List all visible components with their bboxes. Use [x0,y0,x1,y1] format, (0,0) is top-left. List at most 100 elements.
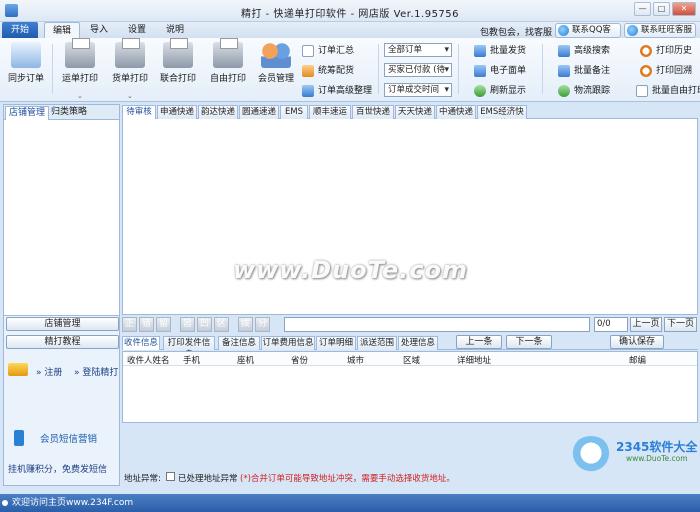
tab-sf[interactable]: 顺丰速运 [309,105,351,119]
member-manage-button[interactable]: 会员管理 [254,42,298,84]
refresh-label: 刷新显示 [490,86,527,96]
chevron-down-icon[interactable]: ⌄ [127,92,133,100]
printer-icon [213,38,243,68]
search-input[interactable] [284,317,590,332]
address-processed-checkbox[interactable] [166,472,175,481]
recipient-table[interactable]: 收件人姓名 手机 座机 省份 城市 区域 详细地址 邮编 [122,351,698,423]
tab-best[interactable]: 百世快递 [352,105,394,119]
toolbar-button[interactable]: 区 [214,317,229,332]
advanced-order-button[interactable]: 订单高级整理 [302,84,372,98]
left-panel: 店铺管理 归类策略 店铺管理 精打教程 » 注册 » 登陆精打 会员短信营销 挂… [3,104,120,486]
tab-sender-info[interactable]: 打印发件信息 [163,336,215,360]
support-tip: 包教包会，找客服 [480,28,553,38]
brand-url: www.DuoTe.com [626,454,688,463]
order-time-select[interactable]: 订单成交时间 [384,83,452,97]
printer-icon [163,38,193,68]
tab-recipient-info[interactable]: 收件信息 [122,336,160,350]
wangwang-service-button[interactable]: 联系旺旺客服 [624,23,696,38]
payment-status-select[interactable]: 买家已付款 (待 [384,63,452,77]
e-waybill-button[interactable]: 电子面单 [474,64,526,78]
tab-fee-info[interactable]: 订单费用信息 [261,336,315,350]
tab-help[interactable]: 说明 [160,22,190,38]
earn-points-link[interactable]: 挂机赚积分，免费发短信 [8,462,107,475]
globe-icon [558,85,570,97]
column-header: 详细地址 [457,356,492,366]
tab-classify-strategy[interactable]: 归类策略 [48,106,90,120]
tab-settings[interactable]: 设置 [122,22,152,38]
order-summary-label: 订单汇总 [318,46,355,56]
divider [542,44,543,94]
column-header: 手机 [183,356,201,366]
maximize-button[interactable]: □ [653,2,670,16]
tab-process-info[interactable]: 处理信息 [398,336,438,350]
tab-import[interactable]: 导入 [84,22,114,38]
print-rollback-label: 打印回溯 [656,66,693,76]
goods-print-button[interactable]: 货单打印 [108,38,152,84]
tab-order-detail[interactable]: 订单明细 [316,336,356,350]
toolbar-button[interactable]: 旨 [180,317,195,332]
toolbar-button[interactable]: 留 [156,317,171,332]
print-history-button[interactable]: 打印历史 [640,44,692,58]
batch-note-button[interactable]: 批量备注 [558,64,610,78]
toolbar-button[interactable]: 凹 [197,317,212,332]
toolbar-button[interactable]: 分 [255,317,270,332]
toolbar-button[interactable]: 正 [122,317,137,332]
order-filter-select[interactable]: 全部订单 [384,43,452,57]
batch-ship-button[interactable]: 批量发货 [474,44,526,58]
qq-service-button[interactable]: 联系QQ客服 [555,23,621,48]
tab-start[interactable]: 开始 [2,22,38,38]
sms-marketing-label: 会员短信营销 [40,434,98,445]
status-bar: 欢迎访问主页www.234F.com [0,494,700,512]
tab-tiantian[interactable]: 天天快递 [395,105,435,119]
divider [52,44,53,94]
waybill-print-button[interactable]: 运单打印 [58,38,102,84]
combined-print-button[interactable]: 联合打印 [156,38,200,84]
store-list[interactable] [4,120,119,316]
tab-ems[interactable]: EMS [280,105,308,119]
free-print-button[interactable]: 自由打印 [206,38,250,84]
tab-edit[interactable]: 编辑 [44,22,80,38]
minimize-button[interactable]: — [634,2,651,16]
tab-sto[interactable]: 申通快递 [157,105,197,119]
advanced-order-label: 订单高级整理 [318,86,373,96]
toolbar-button[interactable]: 错 [139,317,154,332]
next-record-button[interactable]: 下一条 [506,335,552,349]
login-link[interactable]: » 登陆精打 [74,365,118,378]
close-button[interactable]: ✕ [672,2,696,16]
column-header: 收件人姓名 [127,356,170,366]
confirm-save-button[interactable]: 确认保存 [610,335,664,349]
merge-warning-text: (*)合并订单可能导致地址冲突，需要手动选择收货地址。 [240,474,455,484]
grid-toolbar: 正 错 留 旨 凹 区 拨 分 0/0 上一页 下一页 [122,316,698,333]
refresh-button[interactable]: 刷新显示 [474,84,526,98]
divider [458,44,459,94]
logistics-track-button[interactable]: 物流跟踪 [558,84,610,98]
column-header: 城市 [347,356,365,366]
chevron-down-icon[interactable]: ⌄ [77,92,83,100]
store-manage-button[interactable]: 店铺管理 [6,317,119,331]
prev-record-button[interactable]: 上一条 [456,335,502,349]
toolbar-button[interactable]: 拨 [238,317,253,332]
tutorial-button[interactable]: 精打教程 [6,335,119,349]
tab-ems-economy[interactable]: EMS经济快递 [477,105,527,129]
next-page-button[interactable]: 下一页 [664,317,697,332]
sync-order-button[interactable]: 同步订单 [4,42,48,84]
tab-store-manage[interactable]: 店铺管理 [5,106,50,120]
register-link[interactable]: » 注册 [36,365,62,378]
tab-note-info[interactable]: 备注信息 [218,336,260,350]
prev-page-button[interactable]: 上一页 [630,317,662,332]
tab-zto[interactable]: 中通快递 [436,105,476,119]
allocate-button[interactable]: 统筹配货 [302,64,354,78]
batch-note-label: 批量备注 [574,66,611,76]
order-grid[interactable]: www.DuoTe.com [122,119,698,315]
tab-yunda[interactable]: 韵达快递 [198,105,238,119]
clock-icon [640,45,652,57]
advanced-search-button[interactable]: 高级搜索 [558,44,610,58]
homepage-link[interactable]: 欢迎访问主页www.234F.com [12,498,133,508]
tab-delivery-range[interactable]: 派送范围 [357,336,397,350]
print-rollback-button[interactable]: 打印回溯 [640,64,692,78]
tab-yto[interactable]: 圆通速递 [239,105,279,119]
courier-tabs: 待审核 申通快递 韵达快递 圆通速递 EMS 顺丰速运 百世快递 天天快递 中通… [122,104,698,129]
tab-pending-review[interactable]: 待审核 [122,105,156,120]
batch-free-print-button[interactable]: 批量自由打印 [636,84,700,98]
order-summary-button[interactable]: 订单汇总 [302,44,354,58]
